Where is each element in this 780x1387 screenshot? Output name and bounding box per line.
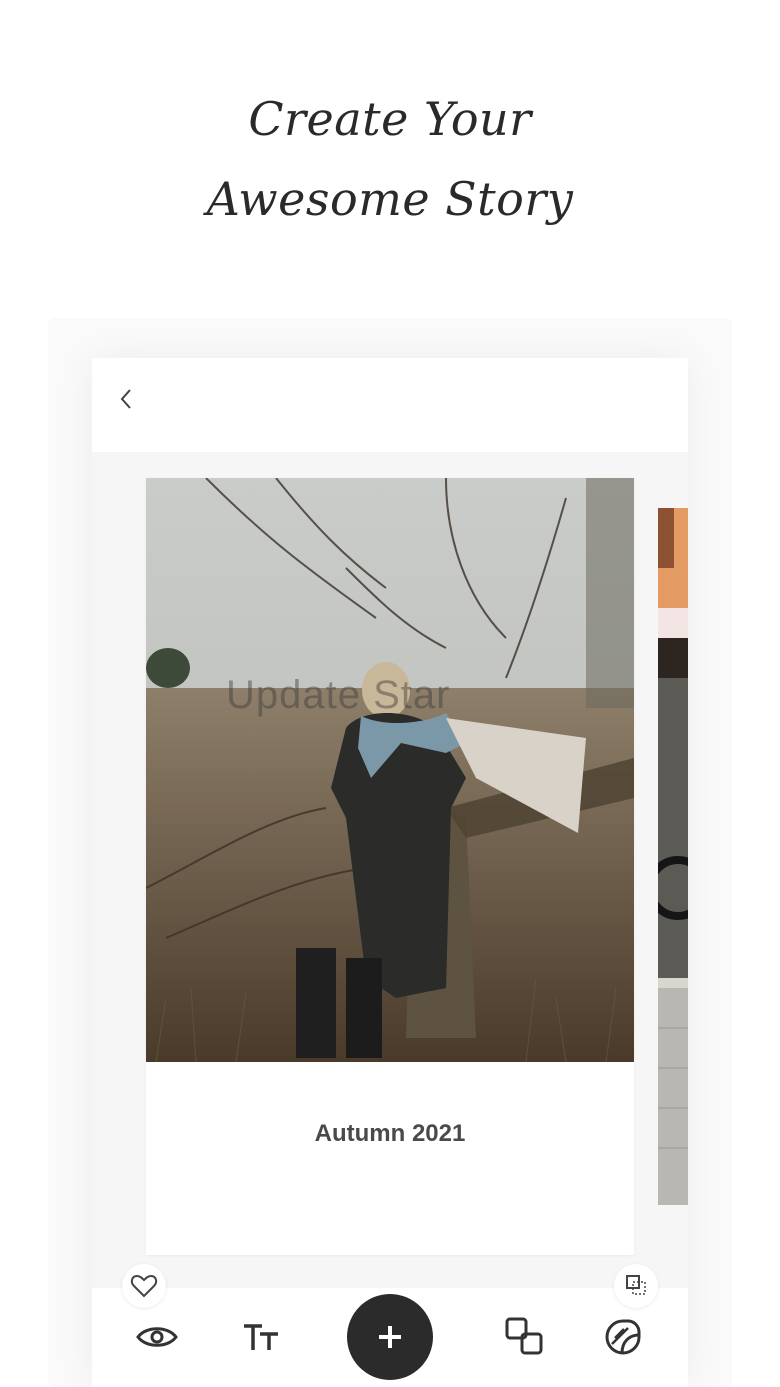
resize-icon xyxy=(626,1275,646,1295)
sticker-icon xyxy=(605,1319,641,1355)
layers-icon xyxy=(505,1317,543,1355)
layers-button[interactable] xyxy=(504,1316,544,1361)
eye-icon xyxy=(136,1327,178,1347)
add-button[interactable] xyxy=(347,1294,433,1380)
sticker-button[interactable] xyxy=(604,1318,642,1361)
story-editor: Update Star Autumn 2021 xyxy=(92,358,688,1387)
resize-button[interactable] xyxy=(614,1264,658,1308)
headline-line-2: Awesome Story xyxy=(206,172,574,226)
watermark-text: Update Star xyxy=(226,673,451,717)
chevron-left-icon xyxy=(120,389,131,409)
text-tool-button[interactable] xyxy=(242,1322,280,1359)
story-card[interactable]: Update Star Autumn 2021 xyxy=(146,478,634,1255)
story-photo: Update Star xyxy=(146,478,634,1062)
next-story-card[interactable] xyxy=(658,508,688,1205)
plus-icon xyxy=(379,1326,401,1348)
text-size-icon xyxy=(244,1324,278,1350)
story-caption[interactable]: Autumn 2021 xyxy=(146,1120,634,1148)
headline-line-1: Create Your xyxy=(248,92,532,146)
heart-icon xyxy=(130,1274,158,1298)
back-button[interactable] xyxy=(114,384,138,414)
editor-topbar xyxy=(92,358,688,452)
favorite-button[interactable] xyxy=(122,1264,166,1308)
preview-button[interactable] xyxy=(136,1322,178,1357)
